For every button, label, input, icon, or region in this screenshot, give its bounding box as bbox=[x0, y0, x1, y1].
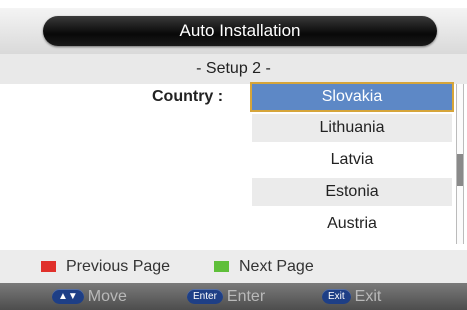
tv-menu-screen: Auto Installation - Setup 2 - Country : … bbox=[0, 0, 467, 310]
help-enter-label: Enter bbox=[226, 287, 266, 305]
arrow-keys-icon: ▲▼ bbox=[52, 289, 84, 304]
help-move-label: Move bbox=[87, 287, 127, 305]
help-exit-label: Exit bbox=[354, 287, 382, 305]
country-item-selected[interactable]: Slovakia bbox=[250, 82, 454, 112]
next-page-key[interactable]: Next Page bbox=[214, 250, 314, 283]
country-label: Country : bbox=[152, 88, 224, 105]
color-key-bar: Previous Page Next Page bbox=[0, 250, 467, 283]
green-key-icon bbox=[214, 261, 229, 272]
previous-page-label: Previous Page bbox=[66, 257, 171, 275]
country-item[interactable]: Lithuania bbox=[252, 114, 452, 142]
country-list[interactable]: Slovakia Lithuania Latvia Estonia Austri… bbox=[250, 82, 456, 242]
country-item[interactable]: Latvia bbox=[252, 146, 452, 174]
enter-key-icon: Enter bbox=[187, 289, 223, 304]
scrollbar[interactable] bbox=[456, 84, 464, 244]
setup-step-label: - Setup 2 - bbox=[0, 54, 467, 84]
page-title: Auto Installation bbox=[43, 16, 437, 46]
help-exit: Exit Exit bbox=[322, 283, 381, 310]
scrollbar-thumb[interactable] bbox=[457, 154, 463, 186]
title-bar: Auto Installation bbox=[0, 8, 467, 54]
next-page-label: Next Page bbox=[239, 257, 314, 275]
help-bar: ▲▼ Move Enter Enter Exit Exit bbox=[0, 283, 467, 310]
previous-page-key[interactable]: Previous Page bbox=[41, 250, 170, 283]
red-key-icon bbox=[41, 261, 56, 272]
exit-key-icon: Exit bbox=[322, 289, 351, 304]
country-item[interactable]: Estonia bbox=[252, 178, 452, 206]
help-enter: Enter Enter bbox=[187, 283, 265, 310]
content-area: Country : Slovakia Lithuania Latvia Esto… bbox=[0, 82, 467, 246]
country-item[interactable]: Austria bbox=[252, 210, 452, 238]
help-move: ▲▼ Move bbox=[52, 283, 127, 310]
